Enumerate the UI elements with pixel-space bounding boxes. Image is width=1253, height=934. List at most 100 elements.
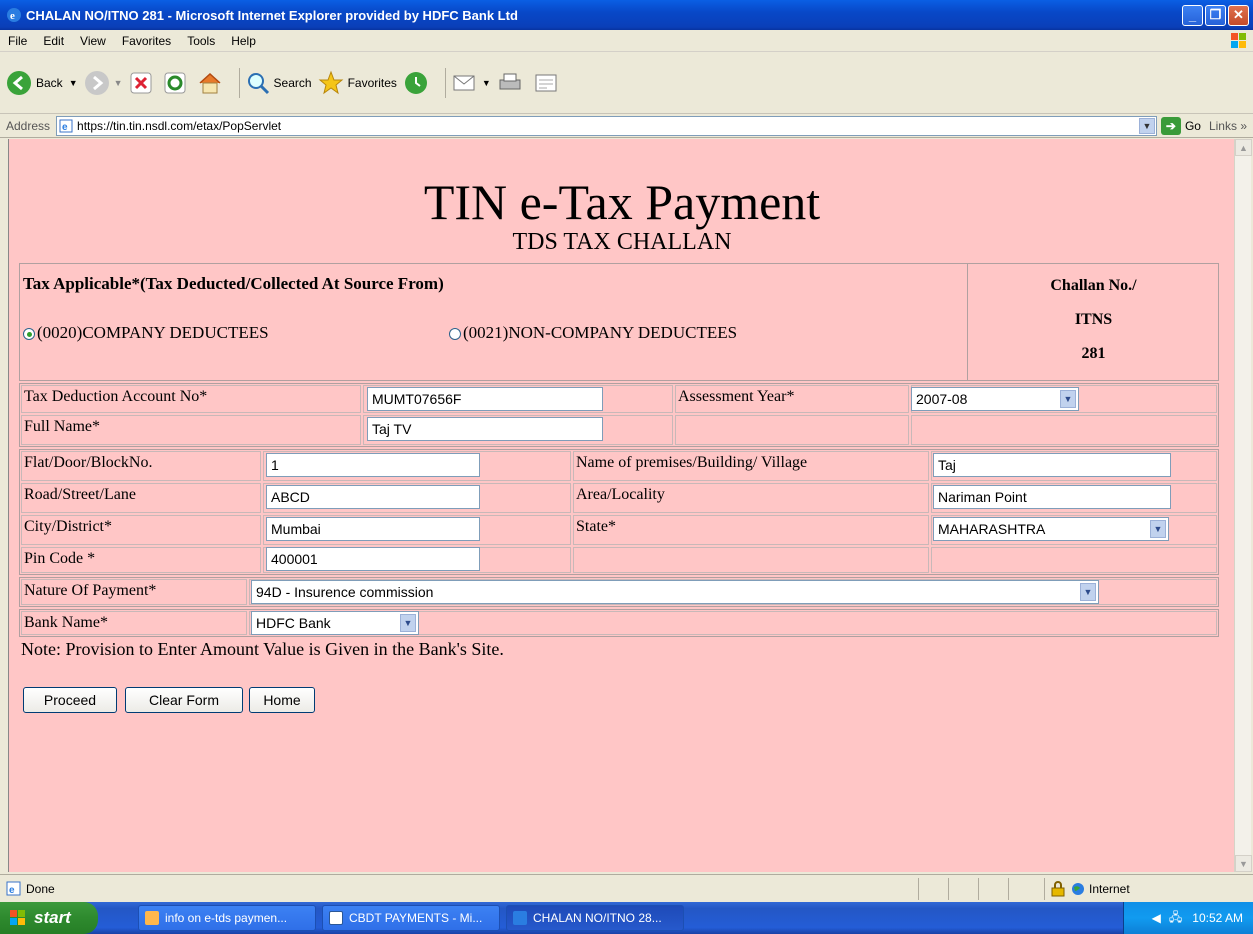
word-document-icon <box>329 911 343 925</box>
challan-label: Challan No./ <box>1050 277 1137 294</box>
vertical-scrollbar[interactable]: ▲ ▼ <box>1234 139 1252 872</box>
radio-company-deductees[interactable]: (0020)COMPANY DEDUCTEES <box>23 323 269 343</box>
scroll-up-icon[interactable]: ▲ <box>1235 139 1252 156</box>
radio-button-selected[interactable] <box>23 328 35 341</box>
bank-name-select[interactable]: HDFC Bank ▼ <box>251 611 419 635</box>
taskbar-item-info[interactable]: info on e-tds paymen... <box>138 905 316 931</box>
scroll-down-icon[interactable]: ▼ <box>1235 855 1252 872</box>
refresh-button[interactable] <box>163 71 191 95</box>
address-url: https://tin.tin.nsdl.com/etax/PopServlet <box>77 118 282 133</box>
go-button[interactable]: ➔ Go <box>1160 116 1201 135</box>
chevron-down-icon[interactable]: ▼ <box>1138 117 1155 134</box>
premises-input[interactable]: Taj <box>933 453 1171 477</box>
svg-text:e: e <box>62 122 68 133</box>
address-bar: Address e https://tin.tin.nsdl.com/etax/… <box>0 114 1253 138</box>
flat-input[interactable]: 1 <box>266 453 480 477</box>
menu-view[interactable]: View <box>72 34 114 48</box>
tray-arrow-icon[interactable]: ◀ <box>1152 911 1161 925</box>
pin-label: Pin Code * <box>21 547 261 573</box>
favorites-button[interactable]: Favorites <box>318 70 397 96</box>
page-icon: e <box>59 119 73 133</box>
fullname-input[interactable]: Taj TV <box>367 417 603 441</box>
windows-taskbar: start info on e-tds paymen... CBDT PAYME… <box>0 902 1253 934</box>
taskbar-item-cbdt[interactable]: CBDT PAYMENTS - Mi... <box>322 905 500 931</box>
empty-cell <box>675 415 909 445</box>
radio-noncompany-deductees[interactable]: (0021)NON-COMPANY DEDUCTEES <box>449 323 737 343</box>
home-page-button[interactable]: Home <box>249 687 315 713</box>
restore-button[interactable]: ❐ <box>1205 4 1226 26</box>
amount-note: Note: Provision to Enter Amount Value is… <box>21 639 504 659</box>
menu-edit[interactable]: Edit <box>35 34 72 48</box>
refresh-icon <box>164 72 186 93</box>
chevron-down-icon[interactable]: ▼ <box>114 78 123 88</box>
premises-label: Name of premises/Building/ Village <box>573 451 929 481</box>
globe-icon <box>1072 882 1084 895</box>
edit-button[interactable] <box>533 71 563 95</box>
menu-tools[interactable]: Tools <box>179 34 223 48</box>
favorites-label: Favorites <box>347 75 397 90</box>
city-input[interactable]: Mumbai <box>266 517 480 541</box>
status-panel <box>948 877 978 900</box>
go-arrow-icon: ➔ <box>1160 116 1181 135</box>
browser-icon <box>145 911 159 925</box>
empty-cell <box>911 415 1217 445</box>
home-button[interactable] <box>197 70 227 96</box>
stop-button[interactable] <box>129 71 157 95</box>
menu-file[interactable]: File <box>0 34 35 48</box>
area-input[interactable]: Nariman Point <box>933 485 1171 509</box>
chevron-down-icon[interactable]: ▼ <box>482 78 491 88</box>
history-button[interactable] <box>403 70 433 96</box>
menu-favorites[interactable]: Favorites <box>114 34 179 48</box>
clear-form-button[interactable]: Clear Form <box>125 687 243 713</box>
taskbar-item-chalan[interactable]: CHALAN NO/ITNO 28... <box>506 905 684 931</box>
network-icon[interactable]: 🖧 <box>1169 908 1182 929</box>
internet-explorer-icon: e <box>7 8 21 22</box>
chevron-down-icon[interactable]: ▼ <box>69 78 78 88</box>
history-icon <box>404 71 427 94</box>
assessment-year-select[interactable]: 2007-08 ▼ <box>911 387 1079 411</box>
road-input[interactable]: ABCD <box>266 485 480 509</box>
close-button[interactable]: ✕ <box>1228 4 1249 26</box>
radio-button[interactable] <box>449 328 461 341</box>
tan-label: Tax Deduction Account No* <box>21 385 361 413</box>
challan-number: 281 <box>1081 345 1106 362</box>
system-tray: ◀ 🖧 10:52 AM <box>1123 902 1253 934</box>
back-arrow-icon <box>7 70 31 95</box>
nature-of-payment-select[interactable]: 94D - Insurence commission ▼ <box>251 580 1099 604</box>
edit-page-icon <box>535 74 557 91</box>
lock-icon <box>1051 880 1065 896</box>
state-select[interactable]: MAHARASHTRA ▼ <box>933 517 1169 541</box>
chevron-down-icon[interactable]: ▼ <box>1060 390 1076 408</box>
minimize-button[interactable]: _ <box>1182 4 1203 26</box>
bank-label: Bank Name* <box>21 611 247 635</box>
forward-arrow-icon <box>84 70 109 95</box>
start-button[interactable]: start <box>0 902 98 934</box>
home-icon <box>199 72 221 93</box>
proceed-button[interactable]: Proceed <box>23 687 117 713</box>
tax-applicable-label: Tax Applicable*(Tax Deducted/Collected A… <box>23 274 444 293</box>
internet-explorer-icon <box>513 911 527 925</box>
status-bar: e Done Internet <box>0 874 1253 902</box>
chevron-down-icon[interactable]: ▼ <box>1150 520 1166 538</box>
forward-button[interactable]: ▼ <box>84 70 123 96</box>
mail-button[interactable]: ▼ <box>452 72 491 94</box>
city-label: City/District* <box>21 515 261 545</box>
address-label: Address <box>6 118 51 133</box>
menu-bar: File Edit View Favorites Tools Help <box>0 30 1253 52</box>
mail-icon <box>453 75 475 90</box>
back-button[interactable]: Back ▼ <box>6 70 78 96</box>
search-button[interactable]: Search <box>246 71 312 95</box>
challan-itns: ITNS <box>1074 311 1113 328</box>
print-button[interactable] <box>497 71 527 95</box>
state-label: State* <box>573 515 929 545</box>
page-icon: e <box>6 881 21 896</box>
links-button[interactable]: Links » <box>1209 119 1247 133</box>
tan-input[interactable]: MUMT07656F <box>367 387 603 411</box>
chevron-down-icon[interactable]: ▼ <box>400 614 416 632</box>
chevron-down-icon[interactable]: ▼ <box>1080 583 1096 601</box>
pin-input[interactable]: 400001 <box>266 547 480 571</box>
address-input[interactable]: e https://tin.tin.nsdl.com/etax/PopServl… <box>56 115 1157 136</box>
page-title: TIN e-Tax Payment <box>423 174 821 230</box>
menu-help[interactable]: Help <box>223 34 264 48</box>
road-label: Road/Street/Lane <box>21 483 261 513</box>
